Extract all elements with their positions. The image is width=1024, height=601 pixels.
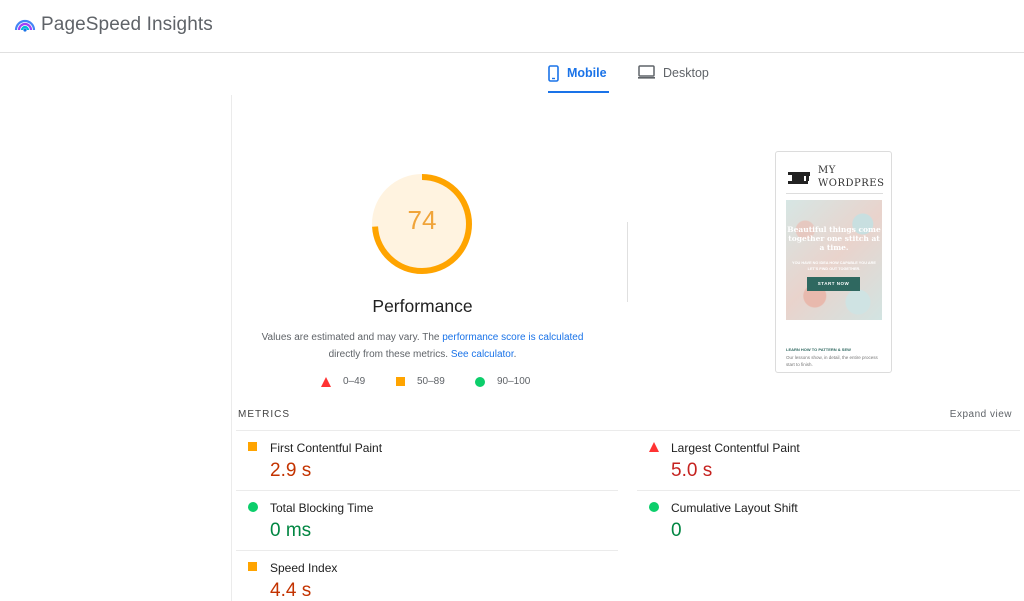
thumbnail-headline: Beautiful things come together one stitc… [787,225,881,252]
metric-value: 0 ms [270,520,312,541]
metric-name: Cumulative Layout Shift [671,501,798,515]
square-orange-icon [248,442,257,451]
tab-desktop[interactable]: Desktop [638,62,718,93]
thumbnail-brand-line-1: MY [818,165,836,176]
metric-total-blocking-time: Total Blocking Time 0 ms [236,490,616,550]
metric-name: Total Blocking Time [270,501,374,515]
legend-average-label: 50–89 [417,376,445,387]
thumbnail-start-button: START NOW [807,277,860,291]
legend-fail: 0–49 [321,376,365,387]
metric-name: First Contentful Paint [270,441,383,455]
metric-first-contentful-paint: First Contentful Paint 2.9 s [236,430,616,490]
phone-icon [548,65,559,82]
circle-green-icon [475,376,485,387]
legend-average: 50–89 [396,376,445,387]
top-header: PageSpeed Insights [0,0,1024,53]
thumbnail-subline: YOU HAVE NO IDEA HOW CAPABLE YOU ARE LET… [792,261,876,271]
metric-largest-contentful-paint: Largest Contentful Paint 5.0 s [637,430,1017,490]
score-thumbnail-divider [627,222,628,302]
metric-speed-index: Speed Index 4.4 s [236,550,616,601]
description-text-2: directly from these metrics. [328,349,451,360]
tab-mobile-label: Mobile [567,66,607,80]
triangle-red-icon [649,442,659,452]
thumbnail-hero-image: Beautiful things come together one stitc… [786,200,882,320]
final-screenshot-thumbnail[interactable]: MY WORDPRES Beautiful things come togeth… [775,151,892,373]
metric-name: Speed Index [270,561,338,575]
sewing-machine-icon [788,172,810,184]
metric-value: 4.4 s [270,580,312,601]
performance-score: 74 [407,205,437,235]
performance-score-link[interactable]: performance score is calculated [442,332,583,343]
thumbnail-brand-line-2: WORDPRES [818,178,885,189]
metric-value: 0 [671,520,682,541]
metric-value: 5.0 s [671,460,713,481]
see-calculator-link[interactable]: See calculator [451,349,514,360]
metric-cumulative-layout-shift: Cumulative Layout Shift 0 [637,490,1017,550]
thumbnail-body-text: Our lessons show, in detail, the entire … [786,355,878,367]
metrics-heading: METRICS [238,409,290,420]
description-text-3: . [513,349,517,360]
description-text-1: Values are estimated and may vary. The [261,332,443,343]
score-description: Values are estimated and may vary. The p… [255,329,590,363]
app-title[interactable]: PageSpeed Insights [41,14,213,36]
triangle-red-icon [321,376,331,387]
content-divider [231,95,232,601]
thumbnail-brand: MY WORDPRES [818,164,884,190]
tab-desktop-label: Desktop [663,66,709,80]
pagespeed-logo-icon[interactable] [14,14,36,36]
circle-green-icon [649,502,659,512]
thumbnail-learn-link: LEARN HOW TO PATTERN & SEW [786,347,851,352]
performance-title: Performance [372,296,473,316]
legend-pass-label: 90–100 [497,376,531,387]
metric-value: 2.9 s [270,460,312,481]
expand-view-button[interactable]: Expand view [950,409,1012,420]
legend-fail-label: 0–49 [343,376,366,387]
legend-pass: 90–100 [475,376,530,387]
square-orange-icon [248,562,257,571]
circle-green-icon [248,502,258,512]
metric-name: Largest Contentful Paint [671,441,800,455]
square-orange-icon [396,377,405,386]
monitor-icon [638,65,655,79]
thumbnail-divider [786,193,883,194]
tab-mobile[interactable]: Mobile [548,62,609,93]
